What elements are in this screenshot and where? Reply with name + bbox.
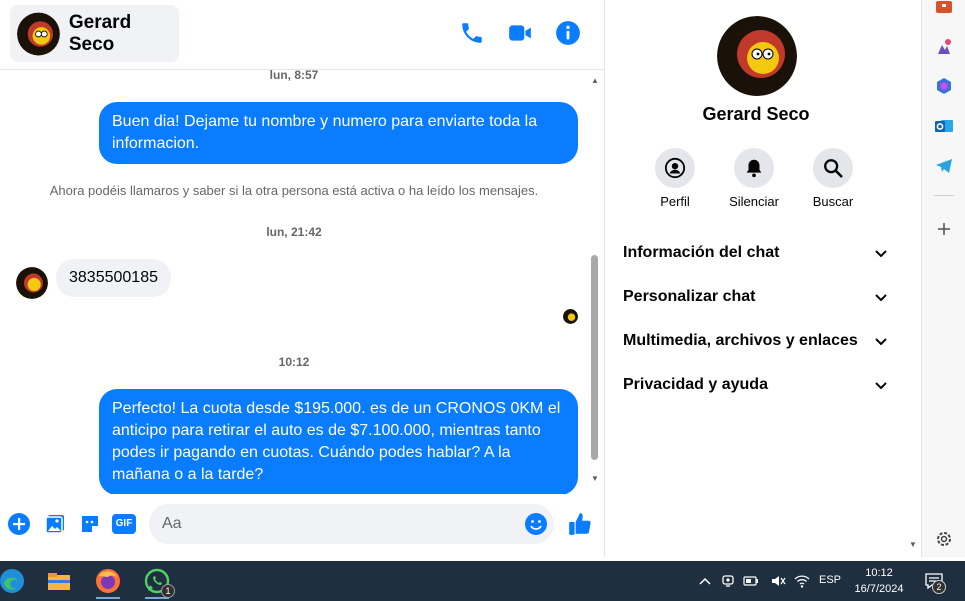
sticker-icon[interactable]: [78, 512, 102, 536]
timestamp: lun, 21:42: [266, 225, 322, 239]
section-customize-chat[interactable]: Personalizar chat: [615, 277, 897, 317]
section-media-files[interactable]: Multimedia, archivos y enlaces: [615, 321, 897, 361]
chat-header: Gerard Seco: [0, 0, 604, 70]
volume-icon[interactable]: [770, 573, 786, 589]
scroll-up-arrow[interactable]: ▲: [590, 76, 600, 85]
search-icon: [824, 159, 843, 178]
gif-icon[interactable]: GIF: [112, 514, 136, 534]
system-notice: Ahora podéis llamaros y saber si la otra…: [49, 183, 539, 198]
chevron-down-icon: [875, 382, 887, 390]
contact-avatar-small: [16, 267, 48, 299]
system-clock[interactable]: 10:12 16/7/2024: [846, 565, 912, 597]
plus-circle-icon[interactable]: [7, 512, 31, 536]
profile-button[interactable]: Perfil: [635, 148, 715, 209]
scrollbar-thumb[interactable]: [591, 255, 598, 460]
chevron-down-icon: [875, 294, 887, 302]
section-label: Privacidad y ayuda: [623, 376, 768, 393]
telegram-icon[interactable]: [934, 156, 954, 176]
incoming-message[interactable]: 3835500185: [56, 259, 171, 297]
taskbar-firefox[interactable]: [88, 563, 128, 599]
action-label: Perfil: [660, 194, 690, 209]
phone-icon[interactable]: [459, 20, 485, 46]
timestamp: 10:12: [278, 355, 310, 369]
outgoing-message[interactable]: Buen dia! Dejame tu nombre y numero para…: [99, 102, 578, 164]
video-camera-icon[interactable]: [507, 20, 533, 46]
section-privacy-help[interactable]: Privacidad y ayuda: [615, 365, 897, 405]
add-icon[interactable]: [934, 219, 954, 239]
wifi-icon[interactable]: [794, 573, 810, 589]
section-label: Multimedia, archivos y enlaces: [623, 332, 858, 349]
taskbar-whatsapp[interactable]: 1: [137, 563, 177, 599]
taskbar-file-explorer[interactable]: [39, 563, 79, 599]
contact-header-button[interactable]: Gerard Seco: [10, 5, 179, 62]
copilot-icon[interactable]: [934, 76, 954, 96]
profile-avatar: [717, 16, 797, 96]
profile-name: Gerard Seco: [702, 104, 810, 124]
file-explorer-icon: [48, 573, 70, 590]
chevron-up-icon[interactable]: [697, 573, 713, 589]
battery-icon[interactable]: [743, 573, 759, 589]
timestamp: lun, 8:57: [269, 70, 319, 82]
photo-icon[interactable]: [43, 512, 67, 536]
panel-scroll-down-arrow[interactable]: ▼: [906, 540, 920, 549]
input-language[interactable]: ESP: [819, 574, 841, 586]
mute-button[interactable]: Silenciar: [714, 148, 794, 209]
action-label: Buscar: [812, 194, 854, 209]
scroll-down-arrow[interactable]: ▼: [590, 474, 600, 483]
notifications-badge: 2: [932, 580, 946, 594]
message-input[interactable]: [149, 504, 554, 544]
active-indicator: [145, 597, 169, 599]
contact-avatar: [17, 12, 60, 55]
camera-device-icon[interactable]: [720, 573, 736, 589]
browser-sidebar: [921, 0, 965, 557]
info-icon[interactable]: [555, 20, 581, 46]
message-composer: GIF: [0, 494, 604, 554]
firefox-icon: [96, 569, 120, 593]
messenger-window: Gerard Seco lun, 8:57 Buen dia! Dejame t…: [0, 0, 965, 601]
section-label: Personalizar chat: [623, 288, 756, 305]
contact-name: Gerard Seco: [68, 11, 132, 55]
chevron-down-icon: [875, 338, 887, 346]
outgoing-message[interactable]: Perfecto! La cuota desde $195.000. es de…: [99, 389, 578, 494]
action-label: Silenciar: [729, 194, 779, 209]
edge-icon: [0, 569, 24, 593]
search-button[interactable]: Buscar: [793, 148, 873, 209]
outlook-icon[interactable]: [934, 116, 954, 136]
windows-taskbar: 1 ESP 10:12 16/7/2024 2: [0, 561, 965, 601]
active-indicator: [96, 597, 120, 599]
games-icon[interactable]: [934, 36, 954, 56]
settings-icon[interactable]: [934, 529, 954, 549]
thumbs-up-icon[interactable]: [567, 511, 593, 537]
chat-info-panel: Gerard Seco Perfil Silenciar Buscar Info…: [604, 0, 906, 557]
bell-icon: [746, 159, 762, 178]
message-list[interactable]: lun, 8:57 Buen dia! Dejame tu nombre y n…: [0, 70, 604, 494]
read-receipt-avatar: [563, 309, 578, 324]
emoji-icon[interactable]: [524, 512, 548, 536]
clock-time: 10:12: [865, 567, 893, 579]
profile-icon: [664, 157, 686, 179]
taskbar-edge[interactable]: [0, 563, 32, 599]
sidebar-divider: [934, 195, 954, 196]
section-label: Información del chat: [623, 244, 780, 261]
whatsapp-badge: 1: [161, 584, 175, 598]
clock-date: 16/7/2024: [854, 583, 904, 595]
chevron-down-icon: [875, 250, 887, 258]
shopping-bag-icon[interactable]: [934, 0, 954, 16]
section-chat-info[interactable]: Información del chat: [615, 233, 897, 273]
